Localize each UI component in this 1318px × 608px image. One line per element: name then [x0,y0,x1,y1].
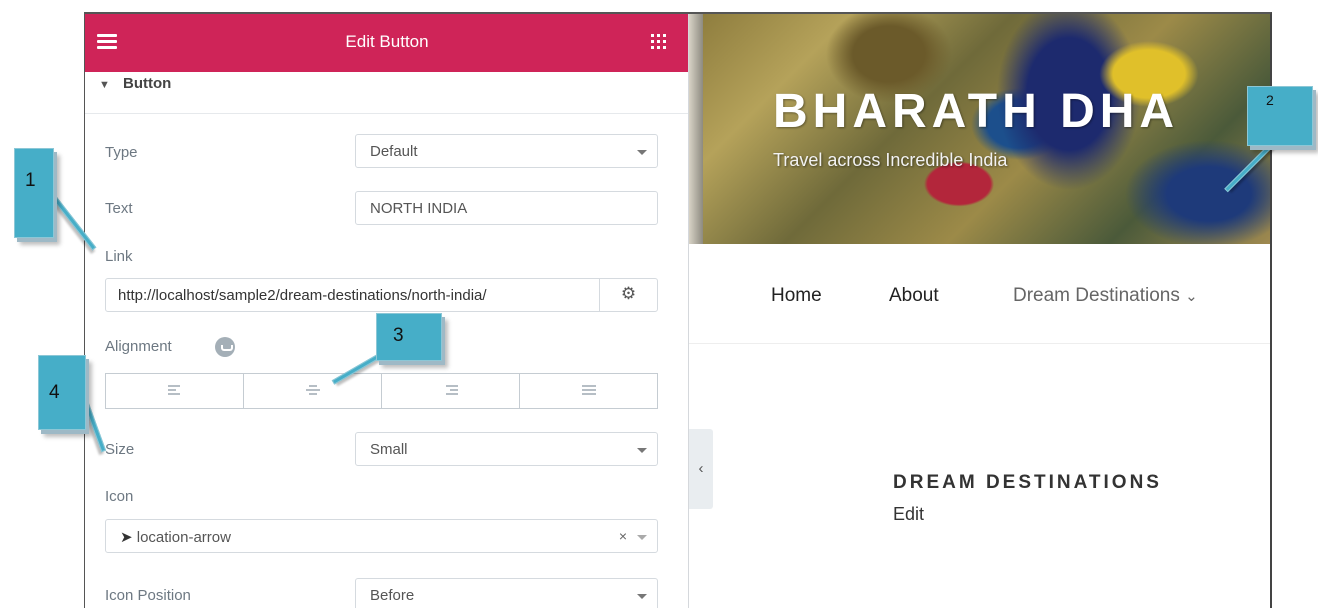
align-right-button[interactable] [382,374,520,408]
panel-header: Edit Button [85,14,688,72]
callout-2: 2 [1247,86,1313,146]
icon-value: location-arrow [136,529,231,546]
widget-title: DREAM DESTINATIONS [893,472,1162,493]
icon-label: Icon [105,488,134,505]
alignment-choices [105,373,658,409]
align-justify-button[interactable] [520,374,657,408]
size-select[interactable]: Small [355,432,658,466]
size-label: Size [105,441,135,458]
widgets-grid-icon[interactable] [651,34,666,49]
caret-down-icon: ▼ [99,79,110,91]
type-label: Type [105,144,138,161]
chevron-down-icon [637,535,647,540]
icon-position-label: Icon Position [105,587,191,604]
link-options-gear-icon[interactable]: ⚙ [599,279,657,311]
text-input[interactable]: NORTH INDIA [355,191,658,225]
align-left-button[interactable] [106,374,244,408]
location-arrow-icon: ➤ [120,529,133,546]
icon-select[interactable]: ➤ location-arrow × [105,519,658,553]
section-toggle-button[interactable]: ▼ Button [85,72,688,114]
type-select[interactable]: Default [355,134,658,168]
editor-panel: Edit Button ▼ Button Type Default Text N… [85,14,689,608]
widget-edit-link[interactable]: Edit [893,504,924,525]
callout-3: 3 [376,313,442,361]
alignment-label: Alignment [105,338,172,355]
section-title: Button [123,75,172,92]
page-preview: BHARATH DHA Travel across Incredible Ind… [689,14,1270,608]
callout-4: 4 [38,355,86,430]
align-center-icon [305,385,320,397]
nav-item-dream-destinations[interactable]: Dream Destinations ⌄ [1013,285,1198,307]
align-left-icon [167,385,182,397]
align-right-icon [444,385,458,397]
site-tagline: Travel across Incredible India [773,150,1008,170]
editor-window: Edit Button ▼ Button Type Default Text N… [84,12,1272,608]
chevron-down-icon [637,594,647,599]
type-value: Default [370,143,418,160]
main-navigation: Home About Dream Destinations ⌄ [689,244,1270,344]
nav-item-about[interactable]: About [889,285,939,307]
clear-icon[interactable]: × [619,528,627,544]
nav-item-home[interactable]: Home [771,285,822,307]
align-center-button[interactable] [244,374,382,408]
chevron-down-icon [637,448,647,453]
header-image: BHARATH DHA Travel across Incredible Ind… [689,14,1270,244]
link-label: Link [105,248,133,265]
link-input[interactable]: http://localhost/sample2/dream-destinati… [105,278,658,312]
link-value: http://localhost/sample2/dream-destinati… [118,287,487,304]
text-value: NORTH INDIA [370,200,468,217]
responsive-device-icon[interactable] [215,337,235,357]
chevron-down-icon [637,150,647,155]
screenshot-stage: Edit Button ▼ Button Type Default Text N… [0,0,1318,608]
panel-title: Edit Button [345,32,429,51]
icon-position-select[interactable]: Before [355,578,658,608]
text-label: Text [105,200,133,217]
icon-position-value: Before [370,587,415,604]
site-title[interactable]: BHARATH DHA [773,84,1179,139]
align-justify-icon [581,385,596,397]
size-value: Small [370,441,408,458]
callout-1: 1 [14,148,54,238]
chevron-down-icon: ⌄ [1185,288,1198,305]
collapse-panel-button[interactable]: ‹ [689,429,713,509]
